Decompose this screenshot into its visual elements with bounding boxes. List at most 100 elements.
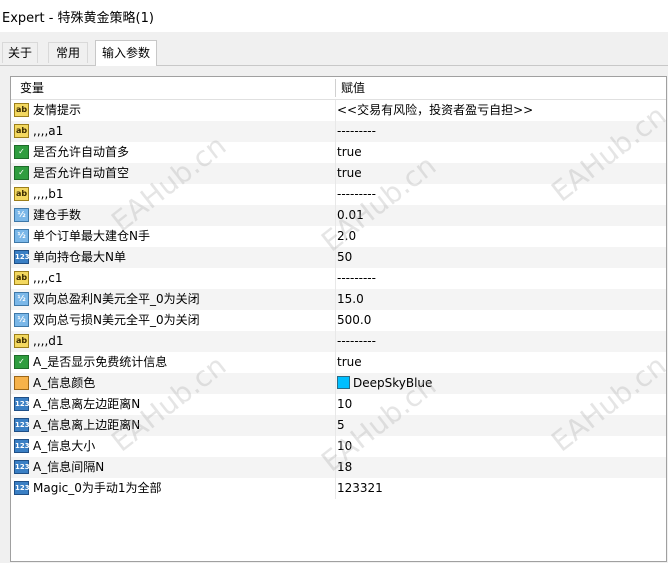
double-type-icon: ½ (14, 208, 29, 222)
header-variable[interactable]: 变量 (20, 77, 44, 99)
grid-header: 变量 赋值 (11, 77, 666, 100)
column-divider (335, 184, 336, 205)
param-value[interactable]: 10 (337, 436, 352, 457)
color-type-icon (14, 376, 29, 390)
param-name: A_信息离左边距离N (33, 397, 141, 411)
column-divider (335, 478, 336, 499)
param-value[interactable]: --------- (337, 268, 376, 289)
color-swatch (337, 376, 350, 389)
param-name: 双向总亏损N美元全平_0为关闭 (33, 313, 200, 327)
param-name: ,,,,d1 (33, 334, 64, 348)
column-divider (335, 331, 336, 352)
column-divider (335, 436, 336, 457)
param-value[interactable]: true (337, 142, 362, 163)
table-row[interactable]: 123 Magic_0为手动1为全部 123321 (11, 478, 666, 499)
bool-type-icon: ✓ (14, 145, 29, 159)
param-value[interactable]: DeepSkyBlue (337, 373, 432, 394)
column-divider (335, 394, 336, 415)
column-divider (335, 226, 336, 247)
param-name: Magic_0为手动1为全部 (33, 481, 162, 495)
param-name: 单个订单最大建仓N手 (33, 229, 150, 243)
param-value[interactable]: 0.01 (337, 205, 364, 226)
column-divider (335, 373, 336, 394)
column-divider (335, 352, 336, 373)
column-divider (335, 205, 336, 226)
param-value[interactable]: 15.0 (337, 289, 364, 310)
column-divider (335, 268, 336, 289)
param-value[interactable]: --------- (337, 184, 376, 205)
table-row[interactable]: ✓ 是否允许自动首空 true (11, 163, 666, 184)
column-divider (335, 247, 336, 268)
param-name: A_信息大小 (33, 439, 96, 453)
table-row[interactable]: ½ 建仓手数 0.01 (11, 205, 666, 226)
table-row[interactable]: 123 A_信息离左边距离N 10 (11, 394, 666, 415)
integer-type-icon: 123 (14, 481, 30, 495)
title-bar: Expert - 特殊黄金策略(1) (0, 0, 668, 32)
column-divider (335, 415, 336, 436)
table-row[interactable]: ✓ 是否允许自动首多 true (11, 142, 666, 163)
string-type-icon: ab (14, 187, 29, 201)
column-divider (335, 163, 336, 184)
tab-about[interactable]: 关于 (2, 42, 38, 63)
table-row[interactable]: A_信息颜色 DeepSkyBlue (11, 373, 666, 394)
bool-type-icon: ✓ (14, 355, 29, 369)
table-row[interactable]: ½ 单个订单最大建仓N手 2.0 (11, 226, 666, 247)
double-type-icon: ½ (14, 313, 29, 327)
param-name: A_是否显示免费统计信息 (33, 355, 168, 369)
table-row[interactable]: ab 友情提示 <<交易有风险，投资者盈亏自担>> (11, 100, 666, 121)
param-value[interactable]: 5 (337, 415, 345, 436)
param-name: A_信息离上边距离N (33, 418, 141, 432)
string-type-icon: ab (14, 271, 29, 285)
param-value[interactable]: 50 (337, 247, 352, 268)
header-value[interactable]: 赋值 (341, 77, 365, 99)
string-type-icon: ab (14, 124, 29, 138)
integer-type-icon: 123 (14, 460, 30, 474)
param-value[interactable]: 123321 (337, 478, 383, 499)
integer-type-icon: 123 (14, 418, 30, 432)
param-name: ,,,,c1 (33, 271, 63, 285)
param-value[interactable]: 18 (337, 457, 352, 478)
tab-strip: 关于 常用 输入参数 (0, 32, 668, 66)
double-type-icon: ½ (14, 292, 29, 306)
param-name: 是否允许自动首空 (33, 166, 130, 180)
column-divider (335, 457, 336, 478)
column-divider (335, 100, 336, 121)
param-value[interactable]: 10 (337, 394, 352, 415)
param-name: ,,,,a1 (33, 124, 64, 138)
param-value[interactable]: 500.0 (337, 310, 371, 331)
column-divider (335, 142, 336, 163)
param-value[interactable]: 2.0 (337, 226, 356, 247)
table-row[interactable]: 123 A_信息间隔N 18 (11, 457, 666, 478)
table-row[interactable]: ab ,,,,a1 --------- (11, 121, 666, 142)
table-row[interactable]: 123 单向持仓最大N单 50 (11, 247, 666, 268)
bool-type-icon: ✓ (14, 166, 29, 180)
param-name: 是否允许自动首多 (33, 145, 130, 159)
parameters-grid[interactable]: 变量 赋值 ab 友情提示 <<交易有风险，投资者盈亏自担>> ab ,,,,a1 ---… (10, 76, 667, 562)
tab-inputs[interactable]: 输入参数 (95, 40, 157, 66)
param-value[interactable]: --------- (337, 121, 376, 142)
table-row[interactable]: ab ,,,,c1 --------- (11, 268, 666, 289)
tab-common[interactable]: 常用 (48, 42, 88, 63)
table-row[interactable]: ½ 双向总亏损N美元全平_0为关闭 500.0 (11, 310, 666, 331)
table-row[interactable]: ab ,,,,d1 --------- (11, 331, 666, 352)
column-divider (335, 310, 336, 331)
string-type-icon: ab (14, 103, 29, 117)
table-row[interactable]: ab ,,,,b1 --------- (11, 184, 666, 205)
table-row[interactable]: 123 A_信息离上边距离N 5 (11, 415, 666, 436)
param-value[interactable]: --------- (337, 331, 376, 352)
table-row[interactable]: 123 A_信息大小 10 (11, 436, 666, 457)
double-type-icon: ½ (14, 229, 29, 243)
param-name: 双向总盈利N美元全平_0为关闭 (33, 292, 200, 306)
table-row[interactable]: ✓ A_是否显示免费统计信息 true (11, 352, 666, 373)
param-name: 友情提示 (33, 103, 82, 117)
table-row[interactable]: ½ 双向总盈利N美元全平_0为关闭 15.0 (11, 289, 666, 310)
param-value[interactable]: <<交易有风险，投资者盈亏自担>> (337, 100, 533, 121)
header-separator[interactable] (335, 79, 336, 97)
color-name: DeepSkyBlue (353, 376, 433, 390)
param-value[interactable]: true (337, 163, 362, 184)
param-name: A_信息间隔N (33, 460, 105, 474)
param-value[interactable]: true (337, 352, 362, 373)
column-divider (335, 121, 336, 142)
string-type-icon: ab (14, 334, 29, 348)
integer-type-icon: 123 (14, 439, 30, 453)
